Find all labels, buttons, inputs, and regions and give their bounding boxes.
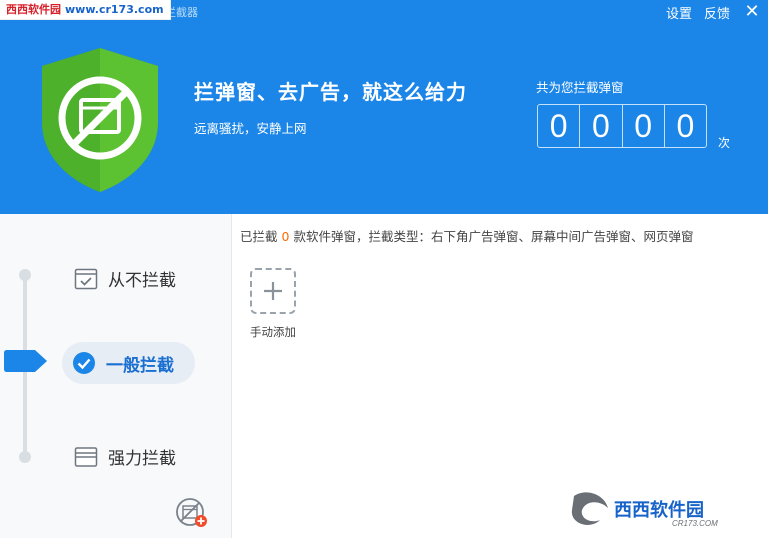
- blocked-count: 0: [281, 229, 290, 244]
- shield-icon: [42, 48, 158, 192]
- add-box: [250, 268, 296, 314]
- settings-link[interactable]: 设置: [660, 3, 698, 22]
- watermark-site: 西西软件园: [6, 3, 61, 16]
- counter-digit: 0: [676, 107, 695, 144]
- info-suffix: 款软件弹窗，拦截类型：右下角广告弹窗、屏幕中间广告弹窗、网页弹窗: [293, 229, 694, 244]
- block-info-line: 已拦截 0 款软件弹窗，拦截类型：右下角广告弹窗、屏幕中间广告弹窗、网页弹窗: [240, 226, 693, 245]
- watermark-url-bottom: CR173.COM: [672, 519, 718, 528]
- level-label-normal: 一般拦截: [106, 355, 174, 376]
- counter-digit: 0: [623, 105, 665, 147]
- level-option-never[interactable]: 从不拦截: [74, 266, 176, 291]
- counter-unit: 次: [718, 136, 731, 150]
- check-circle-icon: [73, 352, 95, 374]
- close-button[interactable]: ✕: [736, 1, 768, 23]
- subline: 远离骚扰，安静上网: [194, 121, 307, 136]
- feedback-link[interactable]: 反馈: [698, 3, 736, 22]
- level-option-strong[interactable]: 强力拦截: [74, 444, 176, 469]
- watermark-logo: 西西软件园 CR173.COM: [568, 490, 766, 530]
- manual-add-label: 手动添加: [250, 325, 296, 339]
- blocked-window-add-icon[interactable]: [175, 497, 209, 529]
- counter-digit: 0: [580, 105, 623, 147]
- level-label-strong: 强力拦截: [108, 449, 176, 469]
- counter-digit: 0: [538, 105, 581, 147]
- header-banner: 360弹窗拦截器 设置 反馈 ✕ 拦弹窗、去广告，就这么给力 远离骚扰，安静上网…: [0, 0, 768, 214]
- block-counter: 0 0 0 0: [537, 104, 707, 148]
- level-panel: 从不拦截 一般拦截 强力拦截: [0, 214, 232, 538]
- watermark-top: 西西软件园 www.cr173.com: [0, 0, 171, 20]
- watermark-url: www.cr173.com: [65, 3, 164, 16]
- level-stop-never[interactable]: [19, 269, 31, 281]
- window-controls: 设置 反馈 ✕: [660, 0, 768, 24]
- headline: 拦弹窗、去广告，就这么给力: [194, 80, 467, 104]
- checkbox-window-icon: [74, 268, 98, 289]
- plus-icon: [264, 282, 282, 300]
- manual-add-button[interactable]: 手动添加: [248, 268, 298, 346]
- level-label-never: 从不拦截: [108, 271, 176, 291]
- counter-label: 共为您拦截弹窗: [536, 80, 624, 95]
- level-option-normal[interactable]: 一般拦截: [62, 342, 195, 384]
- level-slider-handle[interactable]: [3, 348, 49, 374]
- watermark-brand: 西西软件园: [614, 499, 704, 521]
- info-prefix: 已拦截: [240, 229, 278, 244]
- level-stop-strong[interactable]: [19, 451, 31, 463]
- layered-window-icon: [74, 446, 98, 467]
